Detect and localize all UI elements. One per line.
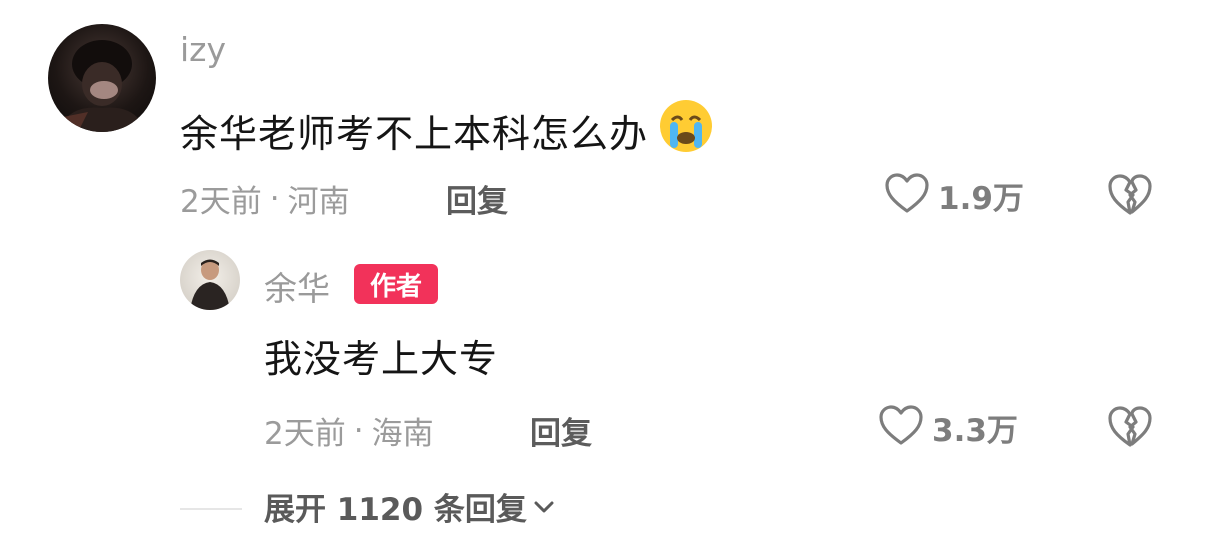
reply-to-reply-button[interactable]: 回复: [530, 408, 592, 453]
like-button[interactable]: 1.9万: [884, 172, 1024, 218]
like-count: 1.9万: [938, 180, 1024, 217]
comment-body: 余华老师考不上本科怎么办: [180, 98, 714, 163]
reply-like-button[interactable]: 3.3万: [878, 404, 1018, 450]
heart-icon: [884, 172, 930, 218]
chevron-down-icon: [531, 489, 557, 525]
comment-meta: 2天前 · 河南: [180, 176, 350, 221]
expand-replies-button[interactable]: 展开 1120 条回复: [264, 484, 557, 529]
reply-dislike-button[interactable]: [1106, 404, 1154, 452]
commenter-avatar[interactable]: [48, 24, 156, 132]
heart-icon: [878, 404, 924, 450]
reply-meta: 2天前 · 海南: [264, 408, 434, 453]
author-avatar[interactable]: [180, 250, 240, 310]
author-badge: 作者: [354, 264, 438, 304]
meta-separator: ·: [269, 180, 280, 217]
crying-face-emoji: [658, 98, 714, 163]
reply-location: 海南: [371, 416, 434, 452]
comment-location: 河南: [287, 184, 350, 220]
reply-button[interactable]: 回复: [446, 176, 508, 221]
dislike-button[interactable]: [1106, 172, 1154, 220]
expand-replies-label: 展开 1120 条回复: [264, 492, 527, 528]
meta-separator: ·: [353, 412, 364, 449]
author-username[interactable]: 余华: [264, 262, 330, 310]
broken-heart-icon: [1106, 174, 1154, 220]
expand-divider: [180, 508, 242, 510]
comment-time: 2天前: [180, 184, 262, 220]
reply-text: 我没考上大专: [264, 337, 499, 381]
commenter-username[interactable]: izy: [180, 30, 226, 69]
broken-heart-icon: [1106, 406, 1154, 452]
comment-text: 余华老师考不上本科怎么办: [180, 112, 649, 156]
reply-like-count: 3.3万: [932, 412, 1018, 449]
reply-time: 2天前: [264, 416, 346, 452]
